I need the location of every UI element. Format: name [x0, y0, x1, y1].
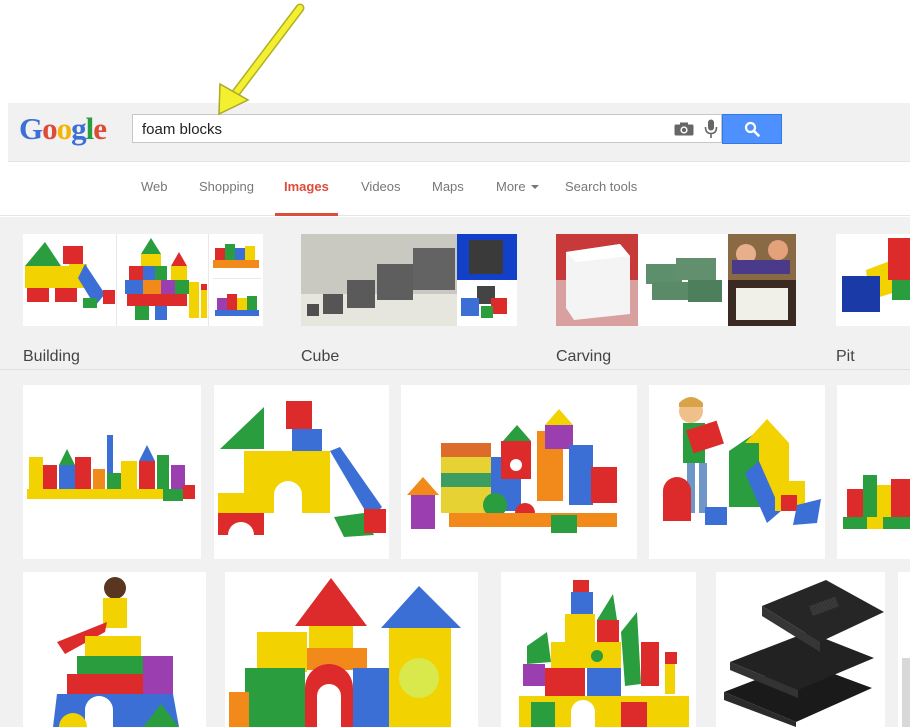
image-result[interactable] — [837, 385, 910, 559]
chevron-down-icon — [530, 185, 539, 189]
logo-letter: l — [85, 111, 95, 146]
foam-blocks-image[interactable] — [898, 572, 910, 727]
tab-more[interactable]: More — [496, 179, 539, 194]
tab-maps[interactable]: Maps — [432, 179, 464, 194]
related-card-pit[interactable]: Pit — [836, 234, 910, 365]
image-result[interactable] — [501, 572, 696, 727]
related-label-cube[interactable]: Cube — [301, 348, 339, 366]
related-label-carving[interactable]: Carving — [556, 348, 611, 366]
building-blocks-thumbnail[interactable] — [23, 234, 263, 326]
tab-web[interactable]: Web — [141, 179, 168, 194]
search-button[interactable] — [722, 114, 782, 144]
pit-thumbnail[interactable] — [836, 234, 910, 326]
tab-videos[interactable]: Videos — [361, 179, 401, 194]
magnifier-icon — [744, 121, 760, 137]
logo-letter: o — [56, 111, 72, 146]
image-result[interactable] — [225, 572, 478, 727]
image-result[interactable] — [23, 385, 201, 559]
foam-blocks-image[interactable] — [401, 385, 637, 559]
foam-blocks-image[interactable] — [837, 385, 910, 559]
camera-icon[interactable] — [674, 122, 694, 136]
tab-shopping[interactable]: Shopping — [199, 179, 254, 194]
image-result[interactable] — [649, 385, 825, 559]
cube-thumbnail[interactable] — [301, 234, 517, 326]
microphone-icon[interactable] — [704, 119, 718, 139]
foam-blocks-image[interactable] — [214, 385, 389, 559]
related-card-building[interactable]: Building — [23, 234, 263, 365]
image-result[interactable]: ▒▒▒▒ — [716, 572, 885, 727]
related-label-pit[interactable]: Pit — [836, 348, 855, 366]
related-card-carving[interactable]: Carving — [556, 234, 796, 365]
active-tab-indicator — [275, 213, 338, 216]
carving-thumbnail[interactable] — [556, 234, 796, 326]
image-results-grid: ▒▒▒▒ — [0, 370, 910, 727]
related-searches-strip: Building Cube Carving Pit — [0, 217, 910, 370]
logo-letter: G — [19, 111, 43, 146]
image-result[interactable] — [898, 572, 910, 727]
logo-letter: o — [42, 111, 57, 146]
foam-blocks-image[interactable] — [23, 572, 206, 727]
search-input[interactable]: foam blocks — [132, 114, 722, 143]
foam-blocks-image[interactable] — [501, 572, 696, 727]
foam-blocks-image[interactable] — [649, 385, 825, 559]
tab-more-label: More — [496, 179, 526, 194]
tab-search-tools[interactable]: Search tools — [565, 179, 637, 194]
google-logo[interactable]: Google — [19, 109, 107, 149]
search-query-text[interactable]: foam blocks — [142, 121, 222, 138]
tab-images[interactable]: Images — [284, 179, 329, 194]
search-tabs: Web Shopping Images Videos Maps More Sea… — [0, 162, 910, 216]
image-result[interactable] — [214, 385, 389, 559]
related-label-building[interactable]: Building — [23, 348, 80, 366]
foam-blocks-image[interactable] — [225, 572, 478, 727]
search-header: Google foam blocks — [8, 103, 910, 162]
image-result[interactable] — [23, 572, 206, 727]
logo-letter: e — [93, 111, 107, 146]
related-card-cube[interactable]: Cube — [301, 234, 517, 365]
image-result[interactable] — [401, 385, 637, 559]
foam-blocks-image[interactable]: ▒▒▒▒ — [716, 572, 885, 727]
foam-blocks-image[interactable] — [23, 385, 201, 559]
logo-letter: g — [71, 111, 86, 146]
